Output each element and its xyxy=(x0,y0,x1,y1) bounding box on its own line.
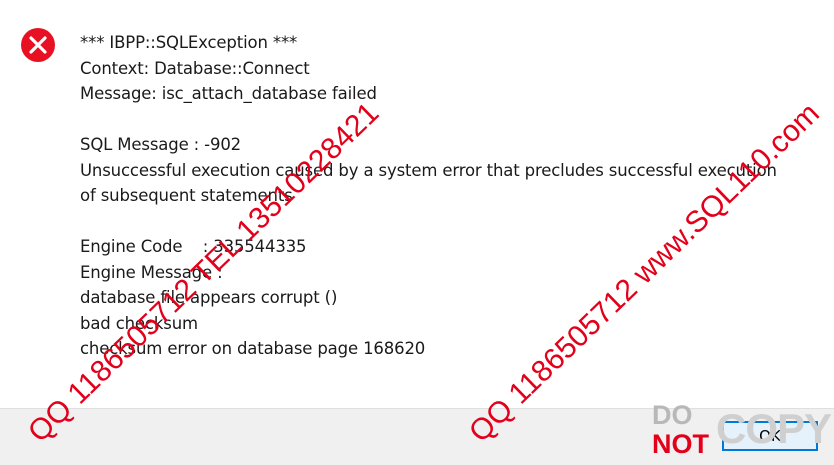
message-line: checksum error on database page 168620 xyxy=(80,339,426,358)
message-line: Context: Database::Connect xyxy=(80,58,310,78)
message-line: Message: isc_attach_database failed xyxy=(80,84,377,103)
message-line: of subsequent statements xyxy=(80,186,293,205)
dialog-content: *** IBPP::SQLException *** Context: Data… xyxy=(0,0,834,408)
message-line: SQL Message : -902 xyxy=(80,135,242,154)
message-line: Engine Message : xyxy=(80,262,223,282)
ok-button[interactable]: OK xyxy=(722,421,818,451)
button-bar xyxy=(0,408,834,465)
message-line: Unsuccessful execution caused by a syste… xyxy=(80,160,777,180)
error-message: *** IBPP::SQLException *** Context: Data… xyxy=(80,30,830,362)
message-line: database file appears corrupt () xyxy=(80,288,338,307)
error-dialog: *** IBPP::SQLException *** Context: Data… xyxy=(0,0,834,465)
message-line: bad checksum xyxy=(80,313,198,333)
error-icon xyxy=(21,28,55,62)
message-line: Engine Code : 335544335 xyxy=(80,237,307,256)
message-line: *** IBPP::SQLException *** xyxy=(80,33,298,52)
